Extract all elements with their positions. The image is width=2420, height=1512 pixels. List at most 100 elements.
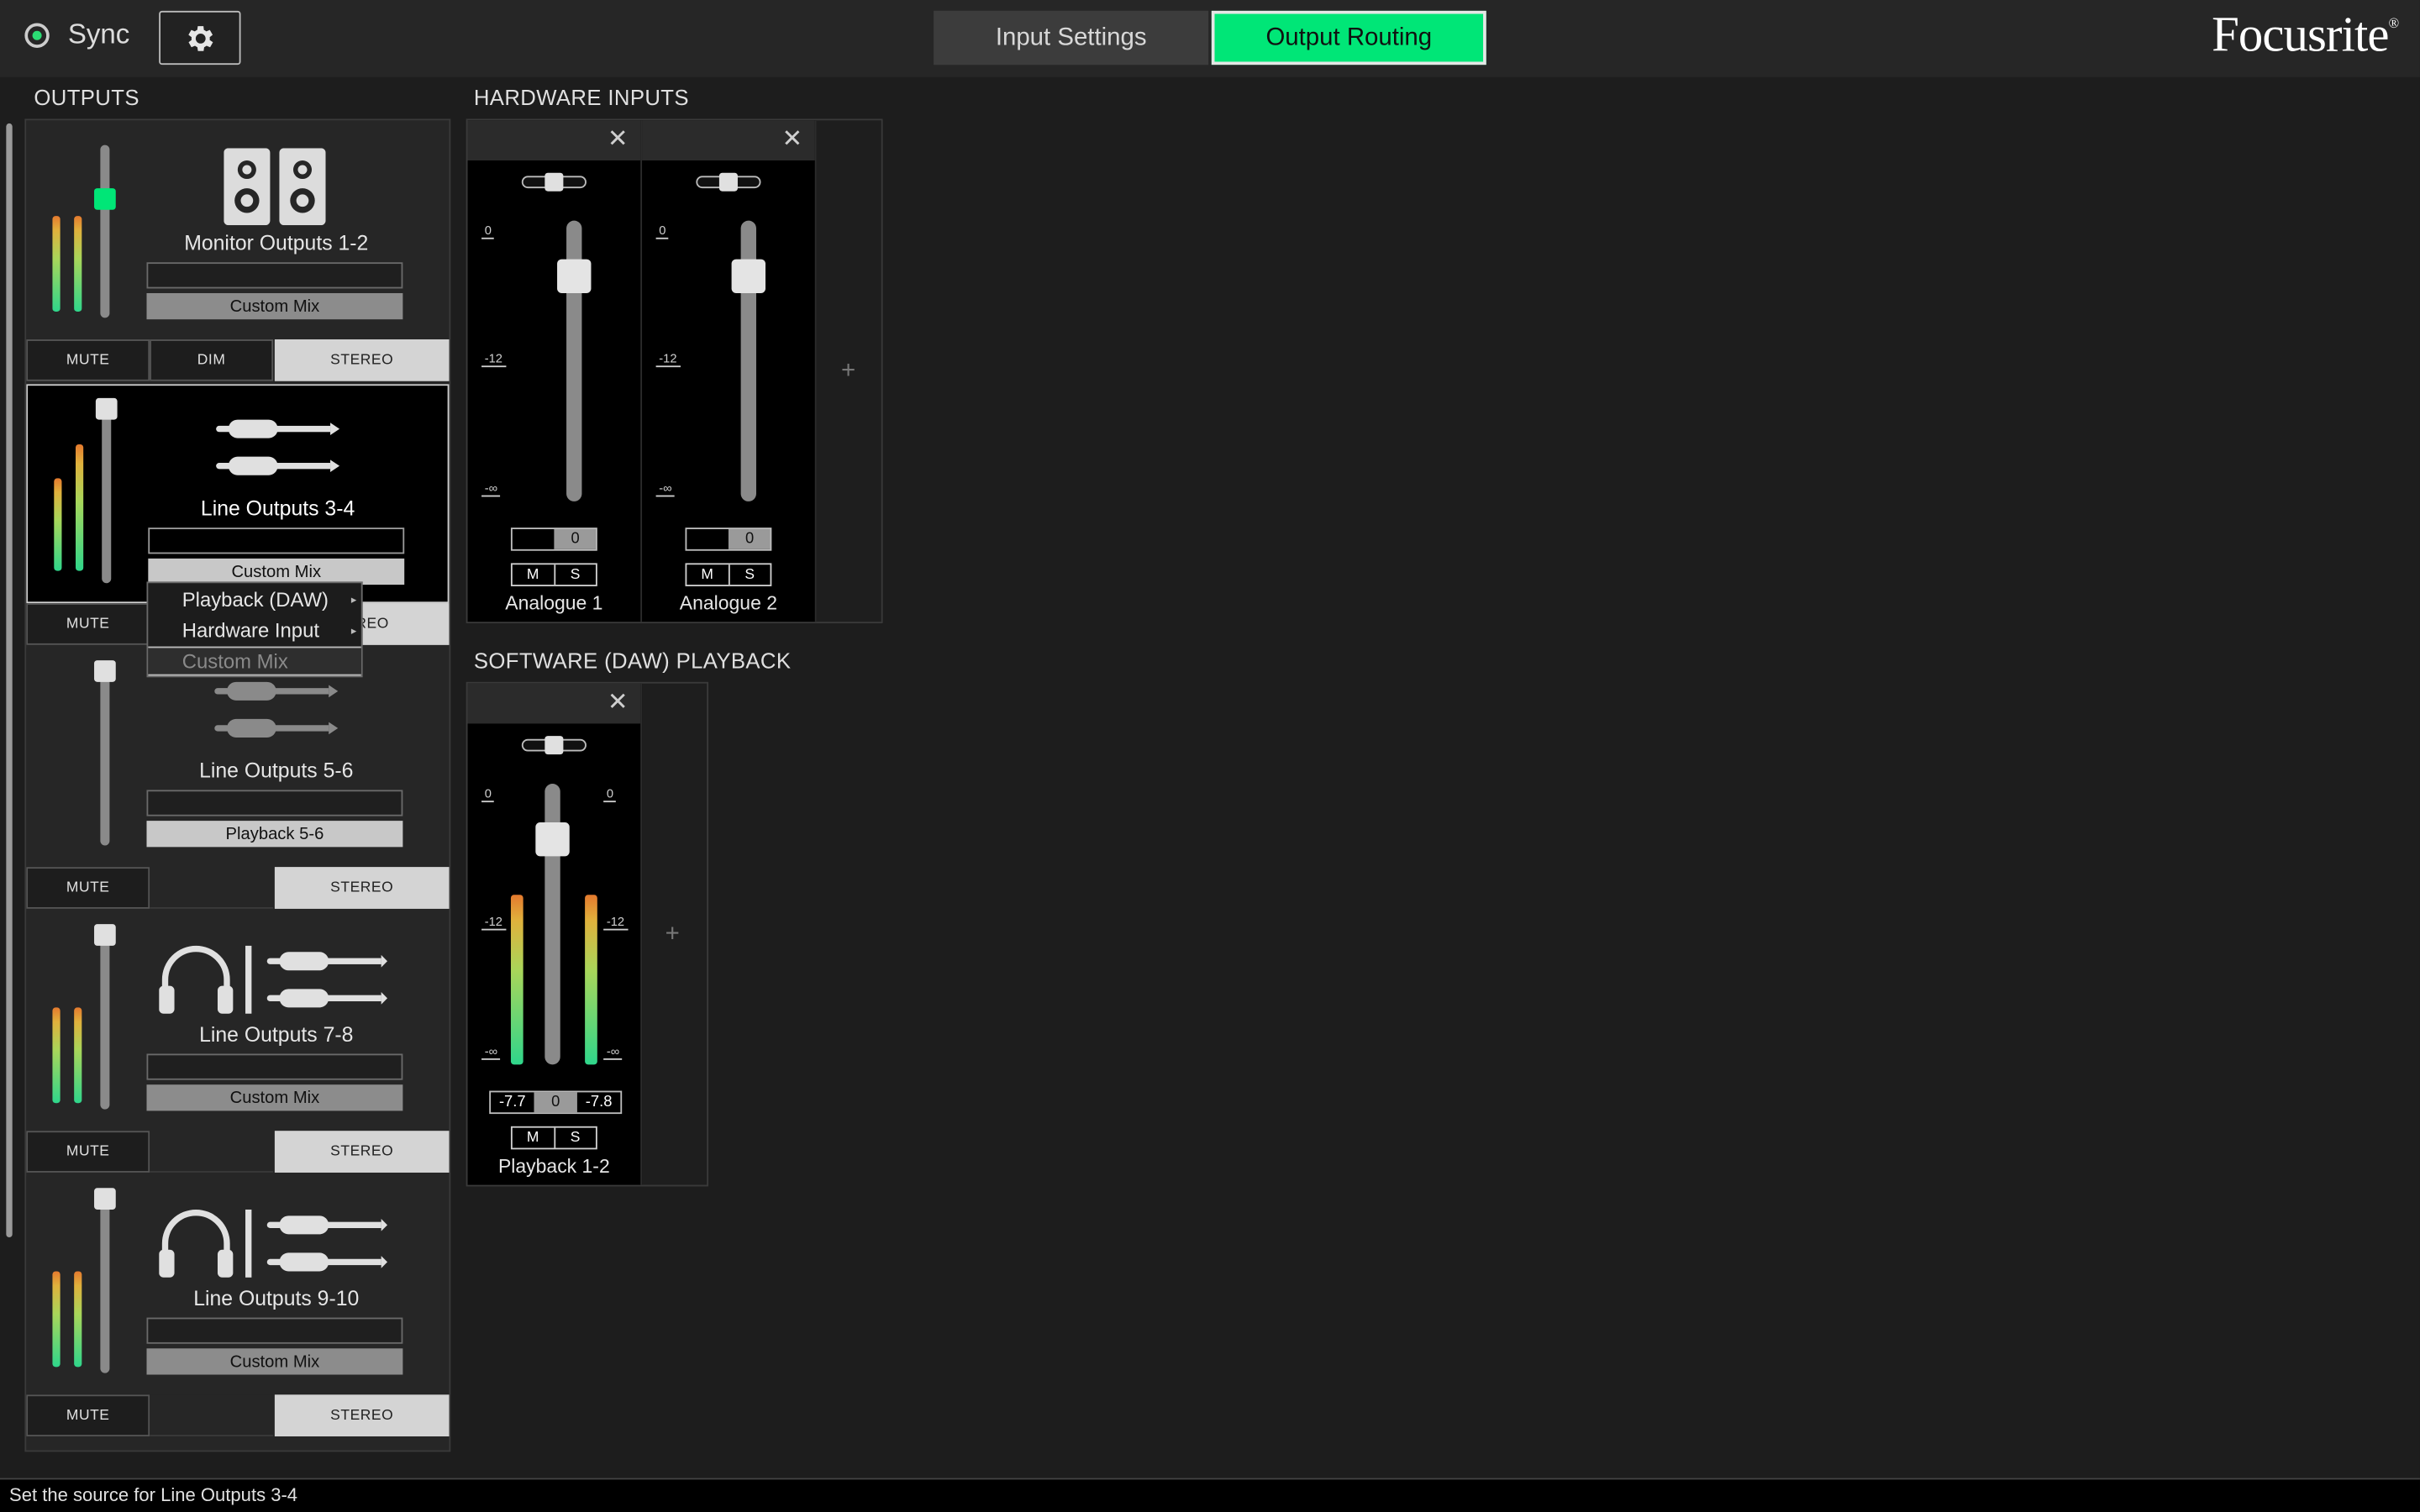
strip-header: ✕ [642, 120, 815, 161]
menu-item-custom-mix[interactable]: Custom Mix [148, 646, 361, 676]
output-fader-knob[interactable] [94, 1188, 116, 1210]
solo-button[interactable]: S [553, 564, 596, 585]
mixer-strip-playback-1-2: ✕ 0 -12 -∞ 0 -12 -∞ -7.7 0 -7.8 M S Play… [467, 683, 643, 1185]
mute-button[interactable]: M [513, 1128, 554, 1148]
main-tabs: Input Settings Output Routing [934, 10, 1486, 66]
level-meter-left [52, 1007, 60, 1104]
level-value-box[interactable]: -7.7 0 -7.8 [489, 1090, 623, 1115]
dim-button[interactable]: DIM [150, 339, 274, 381]
output-name-field[interactable] [146, 262, 403, 289]
playback-meter-left [510, 895, 523, 1065]
gain-fader-knob[interactable] [557, 259, 592, 293]
mute-button[interactable]: M [513, 564, 554, 585]
output-source-button[interactable]: Custom Mix [148, 558, 405, 585]
scale-label-top: 0 [655, 224, 670, 239]
stereo-button[interactable]: STEREO [274, 1131, 450, 1173]
value-segment-empty [687, 529, 729, 549]
output-card-line-7-8[interactable]: Line Outputs 7-8 Custom Mix MUTE STEREO [26, 911, 450, 1175]
level-meter-left [52, 216, 60, 312]
solo-button[interactable]: S [728, 564, 771, 585]
right-level-value: -7.8 [585, 1094, 613, 1111]
mixer-strip-analogue-2: ✕ 0 -12 -∞ 0 M S Analogue 2 [642, 120, 817, 622]
submenu-arrow-icon: ▸ [350, 595, 357, 606]
stereo-button[interactable]: STEREO [274, 1394, 450, 1436]
output-fader-track[interactable] [100, 144, 110, 318]
output-card-line-9-10[interactable]: Line Outputs 9-10 Custom Mix MUTE STEREO [26, 1175, 450, 1440]
output-fader-knob[interactable] [94, 188, 116, 210]
status-bar: Set the source for Line Outputs 3-4 [0, 1478, 2420, 1512]
hardware-inputs-mixer: ✕ 0 -12 -∞ 0 M S Analogue 1 ✕ 0 -12 -∞ 0… [466, 118, 883, 624]
stereo-button[interactable]: STEREO [274, 867, 450, 909]
mute-button[interactable]: MUTE [26, 1394, 150, 1436]
close-icon[interactable]: ✕ [608, 690, 629, 716]
pan-knob[interactable] [544, 736, 564, 755]
gain-value: 0 [555, 528, 596, 549]
mute-button[interactable]: MUTE [26, 1131, 150, 1173]
hardware-inputs-title: HARDWARE INPUTS [473, 85, 689, 110]
mute-button[interactable]: MUTE [26, 339, 150, 381]
menu-item-label: Custom Mix [182, 649, 288, 673]
headphones-jack-icon [159, 1209, 388, 1278]
focusrite-control-window: Sync Input Settings Output Routing Focus… [0, 0, 2420, 1512]
output-name-field[interactable] [146, 790, 403, 816]
mute-button[interactable]: MUTE [26, 867, 150, 909]
outputs-title: OUTPUTS [34, 85, 139, 110]
scale-label-bottom-right: -∞ [603, 1045, 623, 1060]
add-playback-button[interactable]: + [666, 921, 680, 949]
playback-meter-right [585, 895, 597, 1065]
close-icon[interactable]: ✕ [781, 128, 802, 152]
tab-output-routing[interactable]: Output Routing [1211, 10, 1486, 66]
output-source-button[interactable]: Playback 5-6 [146, 821, 403, 848]
strip-name: Analogue 2 [679, 592, 778, 615]
output-fader-knob[interactable] [94, 924, 116, 946]
output-buttons: MUTE STEREO [26, 867, 450, 909]
submenu-arrow-icon: ▸ [350, 625, 357, 637]
mute-button[interactable]: M [687, 564, 728, 585]
mute-button[interactable]: MUTE [26, 603, 150, 645]
output-fader-knob[interactable] [95, 397, 118, 420]
strip-header: ✕ [467, 120, 641, 161]
output-fader-track[interactable] [102, 404, 112, 584]
gain-value-box[interactable]: 0 [685, 528, 772, 551]
level-meter-right [75, 444, 84, 571]
sync-status-icon [24, 22, 50, 48]
outputs-list: Monitor Outputs 1-2 Custom Mix MUTE DIM … [24, 118, 451, 1452]
sync-indicator: Sync [24, 18, 129, 51]
close-icon[interactable]: ✕ [608, 128, 629, 152]
gain-value-box[interactable]: 0 [510, 528, 597, 551]
output-fader-track[interactable] [100, 666, 110, 846]
output-name: Line Outputs 5-6 [199, 759, 354, 783]
stereo-button[interactable]: STEREO [274, 339, 450, 381]
solo-button[interactable]: S [553, 1127, 596, 1148]
strip-name: Playback 1-2 [497, 1155, 610, 1178]
scale-label-mid-left: -12 [481, 916, 506, 931]
source-menu: Playback (DAW) ▸ Hardware Input ▸ Custom… [146, 581, 363, 678]
pan-knob[interactable] [718, 172, 738, 192]
outputs-scrollbar[interactable] [6, 123, 13, 1238]
output-source-button[interactable]: Custom Mix [146, 1084, 403, 1111]
pan-knob[interactable] [544, 172, 564, 192]
headphones-jack-icon [159, 945, 388, 1014]
tab-input-settings[interactable]: Input Settings [934, 10, 1209, 66]
output-source-button[interactable]: Custom Mix [146, 1348, 403, 1375]
left-level-value: -7.7 [498, 1094, 526, 1111]
menu-item-playback-daw[interactable]: Playback (DAW) ▸ [148, 585, 360, 614]
output-fader-knob[interactable] [94, 660, 116, 682]
output-source-button[interactable]: Custom Mix [146, 292, 403, 320]
add-input-button[interactable]: + [841, 358, 855, 386]
gain-fader-knob[interactable] [731, 259, 766, 293]
output-card-line-5-6[interactable]: Line Outputs 5-6 Playback 5-6 MUTE STERE… [26, 648, 450, 911]
output-name-field[interactable] [146, 1053, 403, 1080]
output-card-monitor-1-2[interactable]: Monitor Outputs 1-2 Custom Mix MUTE DIM … [26, 120, 450, 384]
daw-playback-title: SOFTWARE (DAW) PLAYBACK [473, 648, 792, 673]
settings-button[interactable] [159, 10, 241, 66]
output-name-field[interactable] [148, 528, 405, 554]
gain-value: 0 [534, 1092, 577, 1113]
output-name-field[interactable] [146, 1317, 403, 1344]
output-fader-track[interactable] [100, 930, 110, 1110]
gain-fader-knob[interactable] [535, 822, 570, 857]
jack-cables-icon [216, 419, 340, 475]
output-fader-track[interactable] [100, 1194, 110, 1373]
scale-label-mid: -12 [481, 353, 506, 368]
menu-item-hardware-input[interactable]: Hardware Input ▸ [148, 616, 360, 645]
